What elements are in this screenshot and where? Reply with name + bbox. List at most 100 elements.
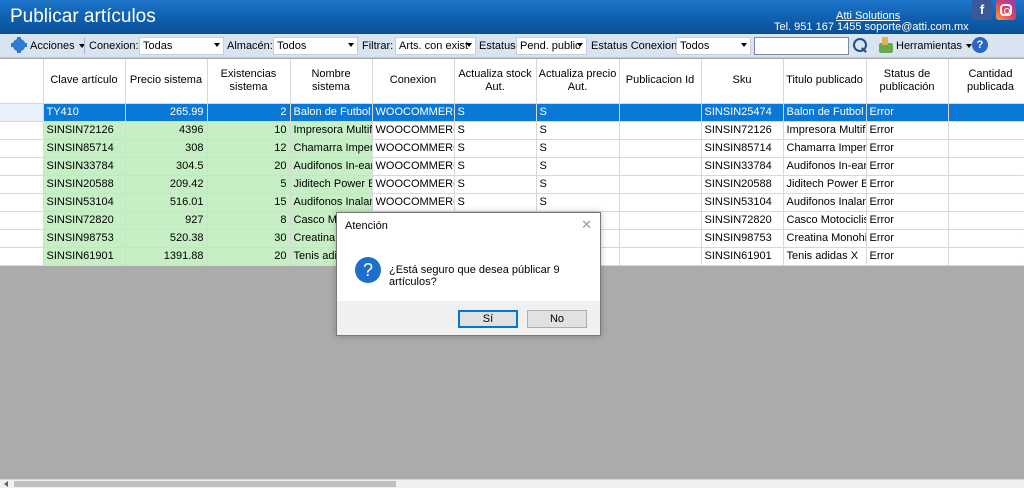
table-cell[interactable]: SINSIN61901 [43,247,126,266]
table-cell[interactable] [619,229,702,248]
table-cell[interactable]: 20 [207,157,291,176]
table-cell[interactable]: Creatina Monohidratada [783,229,867,248]
column-header[interactable]: Titulo publicado [783,59,867,104]
row-header-cell[interactable] [0,247,44,266]
table-cell[interactable]: 8 [207,211,291,230]
table-cell[interactable]: Jiditech Power Bank [783,175,867,194]
table-cell[interactable]: Chamarra Impermeable [783,139,867,158]
column-header[interactable]: Clave artículo [43,59,126,104]
table-row[interactable]: SINSIN33784 304.5 20 Audifonos In-ear WOOCOM… [0,157,1024,176]
table-cell[interactable]: Casco Motociclista [783,211,867,230]
table-cell[interactable]: WOOCOMMERCE [372,175,455,194]
table-cell[interactable]: SINSIN20588 [701,175,784,194]
table-cell[interactable]: S [454,157,537,176]
table-cell[interactable]: 3 [948,229,1024,248]
column-header[interactable]: Actualiza stock Aut. [454,59,537,104]
table-cell[interactable]: S [454,139,537,158]
table-cell[interactable]: S [536,139,620,158]
horizontal-scrollbar[interactable] [0,479,1024,488]
tools-icon[interactable] [878,37,894,53]
table-cell[interactable]: Error [866,103,949,122]
table-cell[interactable] [619,103,702,122]
table-cell[interactable]: WOOCOMMERCE [372,157,455,176]
column-header[interactable]: Sku [701,59,784,104]
table-row[interactable]: TY410265.992Balon de FutbolWOOCOMMERCESS… [0,103,1024,122]
table-cell[interactable] [619,139,702,158]
row-header-cell[interactable] [0,211,44,230]
table-cell[interactable]: Impresora Multifuncional [290,121,373,140]
table-cell[interactable]: Balon de Futbol [290,103,373,122]
table-row[interactable]: SINSIN20588 209.425 Jiditech Power Bank WOO… [0,175,1024,194]
table-cell[interactable]: Impresora Multifuncional [783,121,867,140]
table-cell[interactable]: 209.42 [125,175,208,194]
table-cell[interactable] [948,175,1024,194]
table-cell[interactable]: Error [866,175,949,194]
table-cell[interactable]: SINSIN72126 [701,121,784,140]
yes-button[interactable]: Sí [458,310,518,328]
table-cell[interactable]: S [536,103,620,122]
close-icon[interactable]: ✕ [581,217,592,233]
table-cell[interactable]: 265.99 [125,103,208,122]
table-cell[interactable]: 20 [207,247,291,266]
table-cell[interactable] [619,175,702,194]
table-cell[interactable]: SINSIN53104 [701,193,784,212]
table-cell[interactable]: S [536,175,620,194]
table-cell[interactable]: Error [866,229,949,248]
table-cell[interactable]: Audifonos Inalambricos [783,193,867,212]
table-cell[interactable]: Audifonos Inalambricos [290,193,373,212]
table-cell[interactable]: 30 [207,229,291,248]
table-cell[interactable]: S [454,103,537,122]
table-cell[interactable]: S [454,193,537,212]
table-cell[interactable]: SINSIN85714 [701,139,784,158]
table-cell[interactable]: 927 [125,211,208,230]
table-cell[interactable]: 4396 [125,121,208,140]
table-cell[interactable]: S [454,121,537,140]
column-header[interactable]: Status de publicación [866,59,949,104]
column-header[interactable]: Existencias sistema [207,59,291,104]
filtrar-select[interactable]: Arts. con exist [395,37,476,55]
table-cell[interactable]: 15 [207,193,291,212]
search-icon[interactable] [852,37,868,53]
table-cell[interactable]: 2 [948,247,1024,266]
facebook-icon[interactable]: f [972,0,992,20]
table-cell[interactable]: 12 [207,139,291,158]
table-cell[interactable]: 304.5 [125,157,208,176]
column-header[interactable]: Conexion [372,59,455,104]
column-header[interactable]: Nombre sistema [290,59,373,104]
table-cell[interactable]: 5 [207,175,291,194]
table-cell[interactable]: 308 [125,139,208,158]
table-cell[interactable]: 2 [948,157,1024,176]
table-cell[interactable]: WOOCOMMERCE [372,121,455,140]
table-cell[interactable]: 1391.88 [125,247,208,266]
table-cell[interactable]: SINSIN53104 [43,193,126,212]
table-cell[interactable]: Balon de Futbol [783,103,867,122]
acciones-menu[interactable]: Acciones [30,37,85,55]
no-button[interactable]: No [527,310,587,328]
estatus-select[interactable]: Pend. public [516,37,587,55]
table-row[interactable]: SINSIN72126439610Impresora Multifunciona… [0,121,1024,140]
table-cell[interactable] [619,193,702,212]
instagram-icon[interactable] [996,0,1016,20]
herramientas-menu[interactable]: Herramientas [896,37,973,55]
column-header[interactable]: Precio sistema [125,59,208,104]
row-header-cell[interactable] [0,139,44,158]
table-cell[interactable]: 1 [948,139,1024,158]
conexion-select[interactable]: Todas [139,37,224,55]
table-cell[interactable]: 516.01 [125,193,208,212]
table-cell[interactable]: WOOCOMMERCE [372,193,455,212]
table-cell[interactable]: SINSIN33784 [43,157,126,176]
table-cell[interactable]: Audifonos In-ear [783,157,867,176]
table-cell[interactable]: Tenis adidas X [783,247,867,266]
column-header[interactable]: Publicacion Id [619,59,702,104]
table-cell[interactable]: Error [866,211,949,230]
table-cell[interactable] [619,247,702,266]
table-cell[interactable]: S [536,121,620,140]
table-cell[interactable]: 10 [207,121,291,140]
table-cell[interactable]: SINSIN25474 [701,103,784,122]
row-header-cell[interactable] [0,193,44,212]
acciones-gear-icon[interactable] [11,37,27,53]
table-cell[interactable] [948,103,1024,122]
column-header[interactable]: Cantidad publicada [948,59,1024,104]
table-row[interactable]: SINSIN8571430812Chamarra ImpermeableWOOC… [0,139,1024,158]
table-row[interactable]: SINSIN53104516.0115Audifonos Inalambrico… [0,193,1024,212]
